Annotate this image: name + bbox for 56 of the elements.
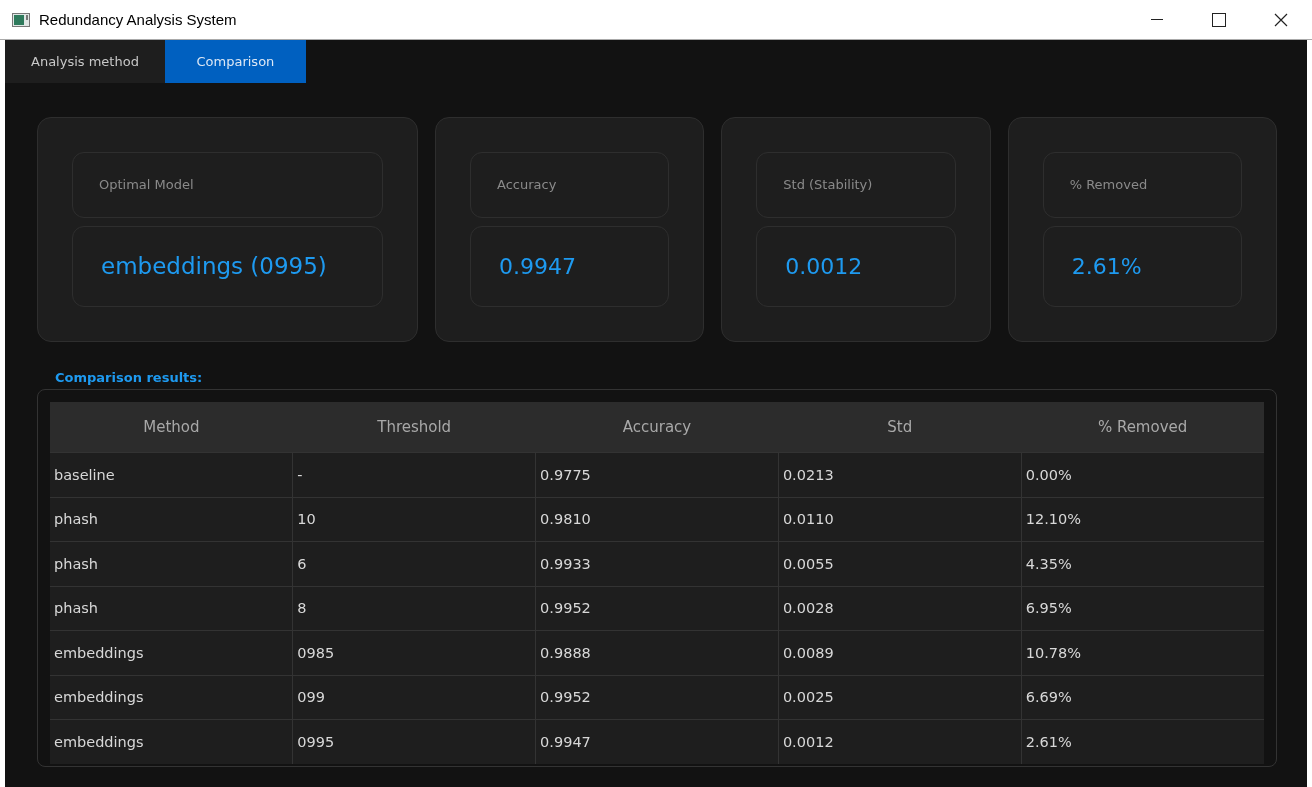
app-icon — [12, 12, 30, 27]
tab[interactable]: Comparison — [164, 40, 306, 83]
table-cell: 0985 — [292, 630, 536, 675]
table-cell: phash — [50, 586, 293, 631]
table-cell: 0.0110 — [778, 497, 1022, 542]
metric-label: Optimal Model — [72, 152, 383, 218]
table-cell: phash — [50, 541, 293, 586]
maximize-icon[interactable] — [1212, 12, 1226, 27]
table-cell: 099 — [292, 675, 536, 720]
table-cell: 10 — [292, 497, 536, 542]
table-cell: 10.78% — [1021, 630, 1264, 675]
table-cell: - — [292, 452, 536, 497]
table-cell: 2.61% — [1021, 719, 1264, 764]
table-cell: phash — [50, 497, 293, 542]
table-cell: 0.9810 — [535, 497, 779, 542]
metric-value: 0.9947 — [469, 225, 670, 307]
metric-label: % Removed — [1042, 152, 1242, 218]
window-title: Redundancy Analysis System — [39, 11, 238, 28]
table-cell: 4.35% — [1021, 541, 1264, 586]
column-header: % Removed — [1021, 402, 1264, 453]
close-icon[interactable] — [1274, 12, 1288, 27]
table-cell: 0.9888 — [535, 630, 779, 675]
table-cell: 0.9933 — [535, 541, 779, 586]
table-cell: 0.9952 — [535, 586, 779, 631]
table-cell: 0.0028 — [778, 586, 1022, 631]
column-header: Method — [50, 402, 293, 453]
table-cell: 0995 — [292, 719, 536, 764]
column-header: Threshold — [292, 402, 536, 453]
table-cell: 6 — [292, 541, 536, 586]
table-cell: 6.95% — [1021, 586, 1264, 631]
table-cell: 6.69% — [1021, 675, 1264, 720]
tab[interactable]: Analysis method — [5, 40, 165, 83]
metric-label: Std (Stability) — [756, 152, 956, 218]
table-cell: embeddings — [50, 719, 293, 764]
table-cell: 0.9775 — [535, 452, 779, 497]
metric-value: embeddings (0995) — [72, 225, 383, 307]
table-cell: 0.9947 — [535, 719, 779, 764]
table-cell: 0.0025 — [778, 675, 1022, 720]
column-header: Accuracy — [535, 402, 779, 453]
table-cell: 0.0089 — [778, 630, 1022, 675]
table-cell: 0.0213 — [778, 452, 1022, 497]
table-cell: 8 — [292, 586, 536, 631]
table-cell: embeddings — [50, 675, 293, 720]
table-cell: 12.10% — [1021, 497, 1264, 542]
table-cell: 0.00% — [1021, 452, 1264, 497]
section-title: Comparison results: — [55, 370, 204, 385]
metric-label: Accuracy — [469, 152, 670, 218]
table-cell: embeddings — [50, 630, 293, 675]
minimize-icon[interactable] — [1151, 18, 1163, 21]
column-header: Std — [778, 402, 1022, 453]
metric-value: 2.61% — [1042, 225, 1242, 307]
metric-value: 0.0012 — [756, 225, 956, 307]
table-cell: baseline — [50, 452, 293, 497]
table-cell: 0.9952 — [535, 675, 779, 720]
table-cell: 0.0012 — [778, 719, 1022, 764]
table-cell: 0.0055 — [778, 541, 1022, 586]
